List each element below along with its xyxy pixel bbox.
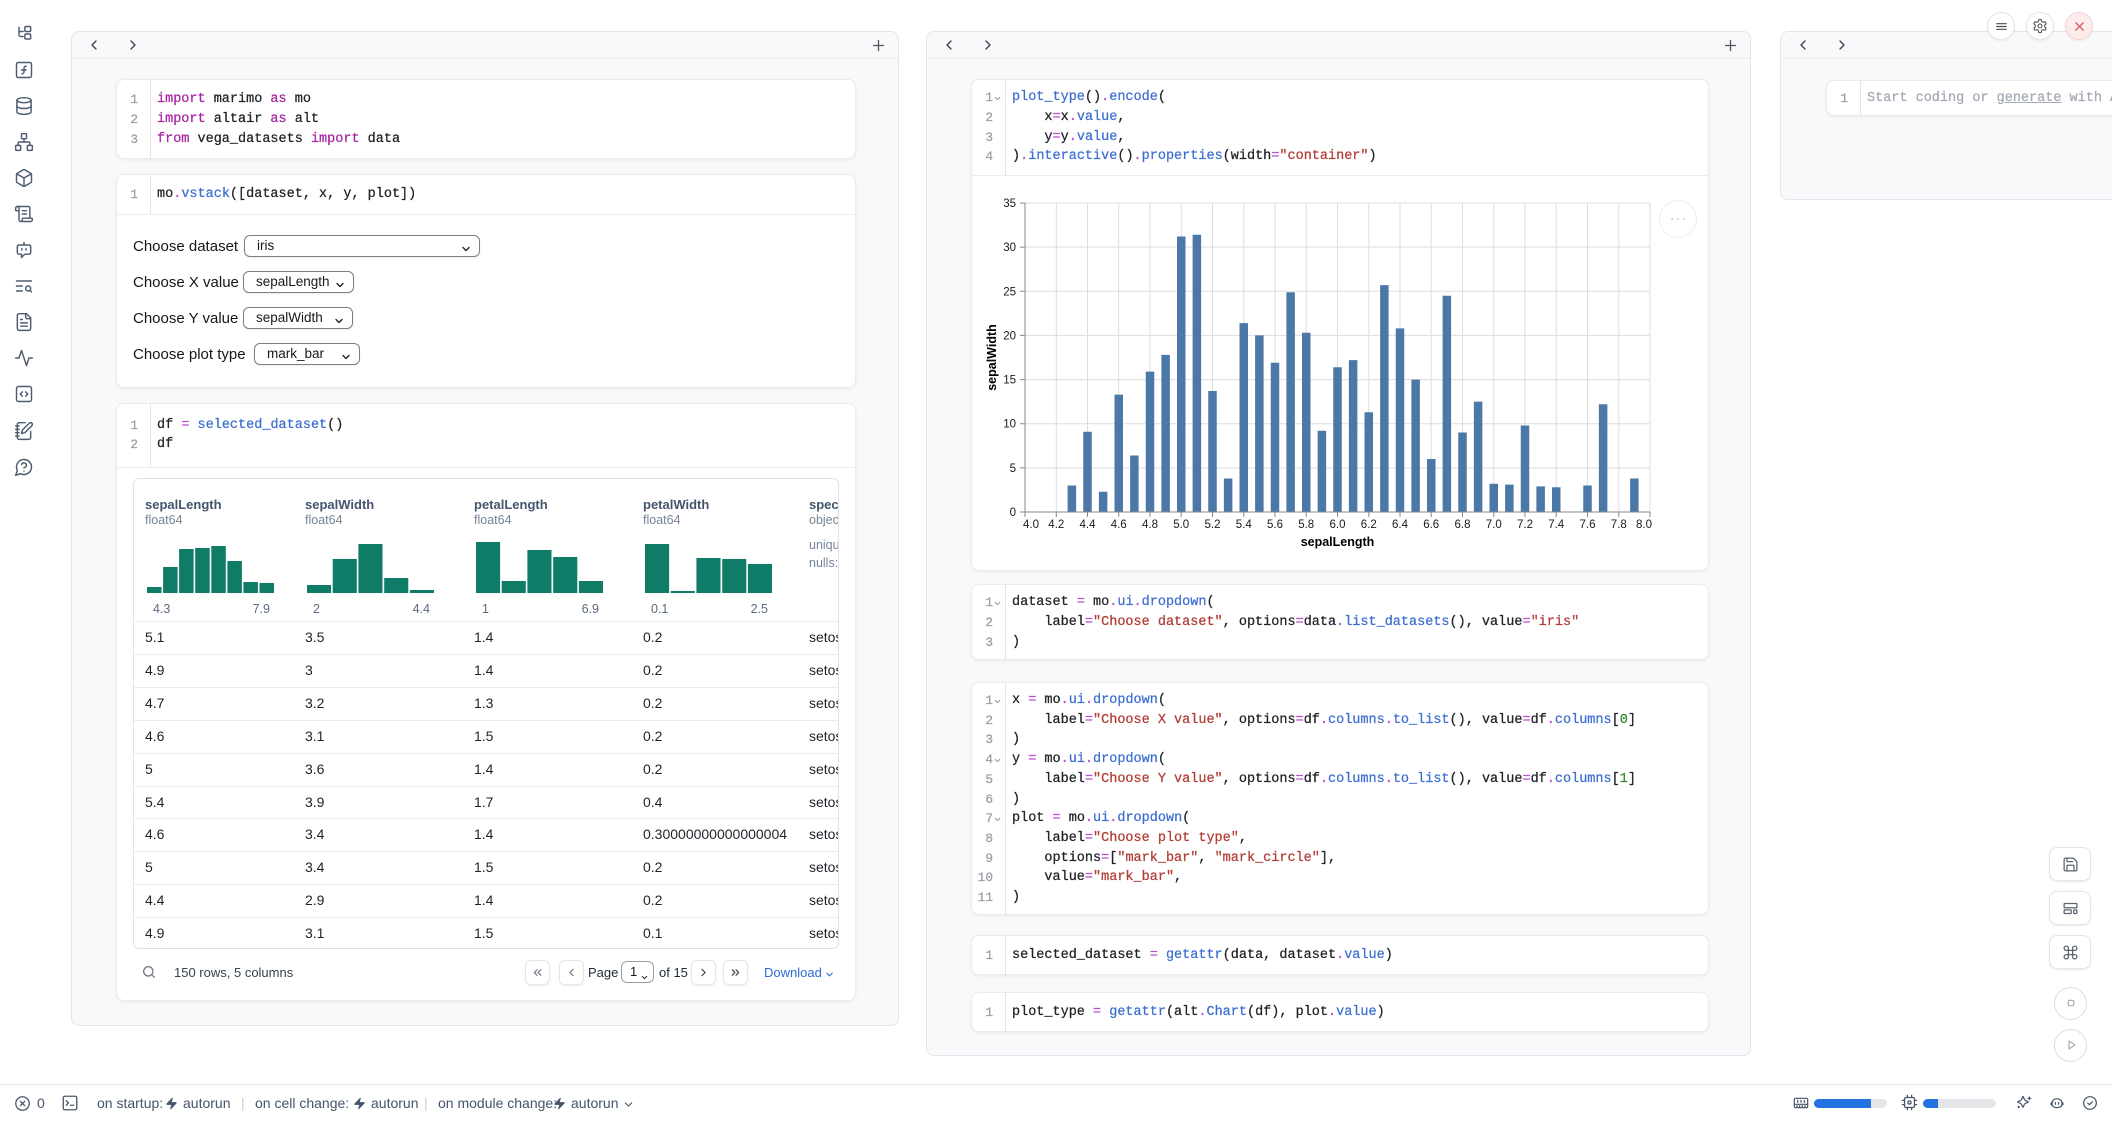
svg-text:20: 20 (1003, 331, 1016, 343)
svg-text:6.2: 6.2 (1361, 519, 1377, 531)
svg-text:5: 5 (1010, 463, 1016, 475)
svg-text:15: 15 (1003, 375, 1016, 387)
svg-text:7.0: 7.0 (1486, 519, 1502, 531)
svg-text:4.0: 4.0 (1023, 519, 1039, 531)
svg-text:7.4: 7.4 (1548, 519, 1565, 531)
svg-text:sepalWidth: sepalWidth (985, 324, 999, 391)
svg-text:4.4: 4.4 (1080, 519, 1097, 531)
svg-text:7.2: 7.2 (1517, 519, 1533, 531)
svg-text:5.4: 5.4 (1236, 519, 1253, 531)
svg-text:5.0: 5.0 (1173, 519, 1189, 531)
svg-text:7.6: 7.6 (1580, 519, 1596, 531)
svg-text:sepalLength: sepalLength (1301, 535, 1375, 549)
svg-text:4.8: 4.8 (1142, 519, 1158, 531)
svg-text:6.8: 6.8 (1455, 519, 1471, 531)
svg-text:4.6: 4.6 (1111, 519, 1127, 531)
svg-text:5.8: 5.8 (1298, 519, 1314, 531)
svg-text:35: 35 (1003, 198, 1016, 210)
svg-text:25: 25 (1003, 286, 1016, 298)
svg-text:5.6: 5.6 (1267, 519, 1283, 531)
svg-text:10: 10 (1003, 419, 1016, 431)
svg-text:8.0: 8.0 (1636, 519, 1652, 531)
svg-text:6.0: 6.0 (1330, 519, 1346, 531)
svg-text:7.8: 7.8 (1611, 519, 1627, 531)
svg-text:30: 30 (1003, 242, 1016, 254)
svg-text:4.2: 4.2 (1048, 519, 1064, 531)
svg-text:0: 0 (1010, 507, 1016, 519)
svg-text:6.6: 6.6 (1423, 519, 1439, 531)
svg-text:6.4: 6.4 (1392, 519, 1409, 531)
svg-text:5.2: 5.2 (1205, 519, 1221, 531)
